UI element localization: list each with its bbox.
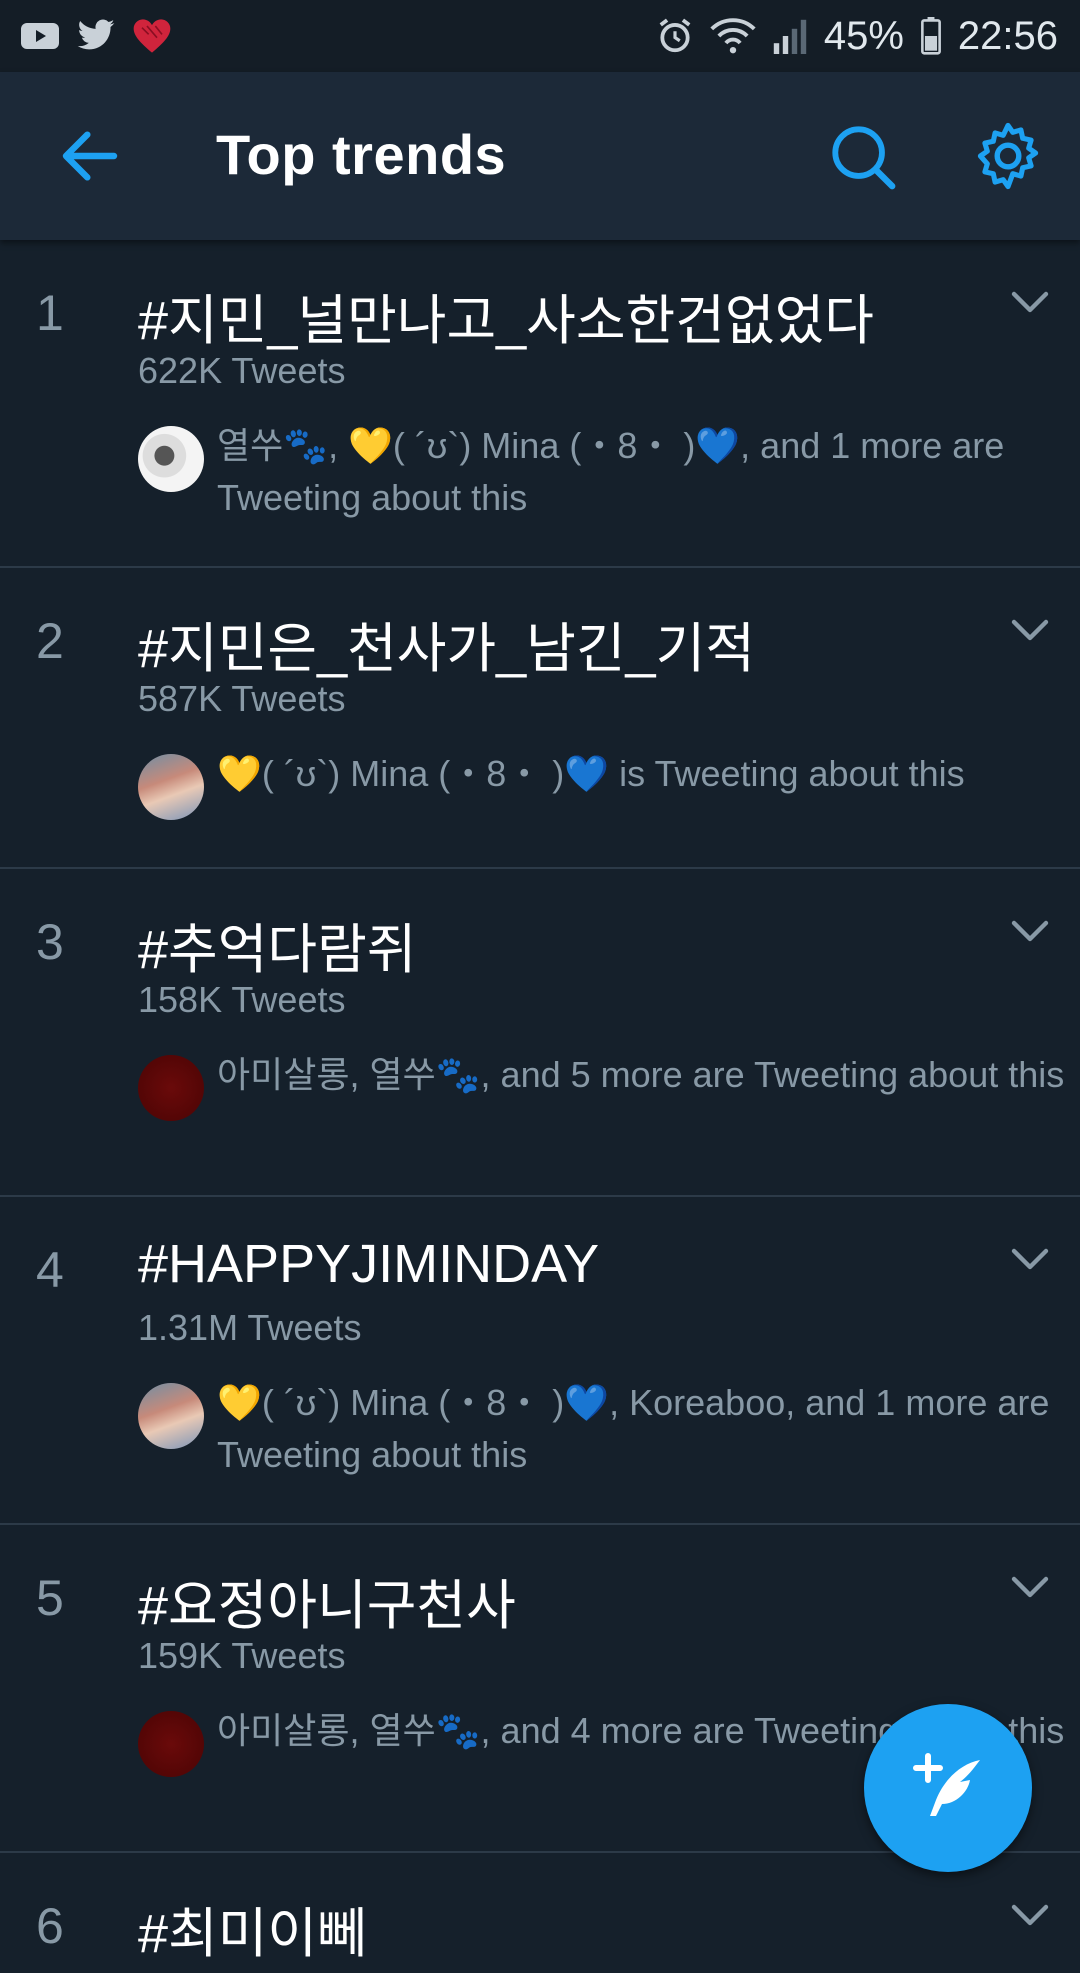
trend-name: #요정아니구천사 [138, 1576, 516, 1636]
app-bar: Top trends [0, 72, 1080, 240]
compose-tweet-button[interactable] [864, 1704, 1032, 1872]
avatar [138, 1383, 204, 1449]
battery-icon [920, 17, 942, 55]
avatar [138, 1055, 204, 1121]
back-arrow-icon [62, 131, 118, 181]
trend-item[interactable]: 2 #지민은_천사가_남긴_기적 587K Tweets 💛( ´ʊ`) Min… [0, 568, 1080, 869]
trend-tweet-count: 1.31M Tweets [138, 1307, 362, 1348]
social-context-text: 💛( ´ʊ`) Mina (・8・ )💙 is Tweeting about t… [217, 753, 965, 794]
chevron-down-icon[interactable] [1010, 290, 1050, 314]
youtube-icon [20, 21, 60, 51]
trend-name: #추억다람쥐 [138, 920, 417, 980]
alarm-icon [656, 17, 694, 55]
compose-tweet-icon [913, 1753, 980, 1816]
trend-name: #최미이뻬 [138, 1904, 367, 1964]
trend-name: #HAPPYJIMINDAY [138, 1234, 600, 1294]
trend-tweet-count: 158K Tweets [138, 979, 346, 1020]
chevron-down-icon[interactable] [1010, 1247, 1050, 1271]
trend-social-context: 열쑤🐾, 💛( ´ʊ`) Mina (・8・ )💙, and 1 more ar… [138, 420, 1068, 524]
battery-percent: 45% [823, 13, 904, 58]
avatar [138, 1711, 204, 1777]
social-context-text: 열쑤🐾, 💛( ´ʊ`) Mina (・8・ )💙, and 1 more ar… [217, 425, 1005, 518]
page-title: Top trends [216, 123, 507, 186]
trend-rank: 2 [36, 613, 64, 669]
avatar [138, 426, 204, 492]
twitter-icon [76, 19, 116, 53]
avatar [138, 754, 204, 820]
social-context-text: 아미살롱, 열쑤🐾, and 5 more are Tweeting about… [217, 1054, 1065, 1095]
back-button[interactable] [58, 124, 122, 188]
chevron-down-icon[interactable] [1010, 919, 1050, 943]
chevron-down-icon[interactable] [1010, 1903, 1050, 1927]
social-context-text: 💛( ´ʊ`) Mina (・8・ )💙, Koreaboo, and 1 mo… [217, 1382, 1050, 1475]
trend-name: #지민은_천사가_남긴_기적 [138, 619, 755, 679]
signal-icon [772, 18, 808, 54]
heart-icon [132, 17, 172, 55]
trend-rank: 6 [36, 1898, 64, 1954]
trend-rank: 5 [36, 1570, 64, 1626]
trend-item[interactable]: 3 #추억다람쥐 158K Tweets 아미살롱, 열쑤🐾, and 5 mo… [0, 869, 1080, 1197]
wifi-icon [710, 18, 756, 54]
trend-item[interactable]: 1 #지민_널만나고_사소한건없었다 622K Tweets 열쑤🐾, 💛( ´… [0, 240, 1080, 568]
chevron-down-icon[interactable] [1010, 618, 1050, 642]
clock: 22:56 [957, 13, 1058, 58]
trend-item[interactable]: 6 #최미이뻬 [0, 1853, 1080, 1973]
trend-rank: 3 [36, 914, 64, 970]
trend-item[interactable]: 4 #HAPPYJIMINDAY 1.31M Tweets 💛( ´ʊ`) Mi… [0, 1197, 1080, 1525]
status-bar: 45% 22:56 [0, 0, 1080, 72]
settings-gear-icon [977, 122, 1039, 190]
trend-tweet-count: 159K Tweets [138, 1635, 346, 1676]
chevron-down-icon[interactable] [1010, 1575, 1050, 1599]
search-button[interactable] [828, 122, 898, 192]
status-bar-left [20, 17, 172, 55]
settings-button[interactable] [972, 120, 1044, 192]
trend-social-context: 💛( ´ʊ`) Mina (・8・ )💙, Koreaboo, and 1 mo… [138, 1377, 1068, 1481]
trend-social-context: 아미살롱, 열쑤🐾, and 5 more are Tweeting about… [138, 1049, 1068, 1121]
trend-tweet-count: 587K Tweets [138, 678, 346, 719]
trend-tweet-count: 622K Tweets [138, 350, 346, 391]
trend-name: #지민_널만나고_사소한건없었다 [138, 291, 874, 351]
trend-rank: 1 [36, 285, 64, 341]
trend-rank: 4 [36, 1242, 64, 1298]
trend-social-context: 💛( ´ʊ`) Mina (・8・ )💙 is Tweeting about t… [138, 748, 1068, 820]
search-icon [832, 126, 896, 190]
status-bar-right: 45% 22:56 [656, 14, 1058, 59]
